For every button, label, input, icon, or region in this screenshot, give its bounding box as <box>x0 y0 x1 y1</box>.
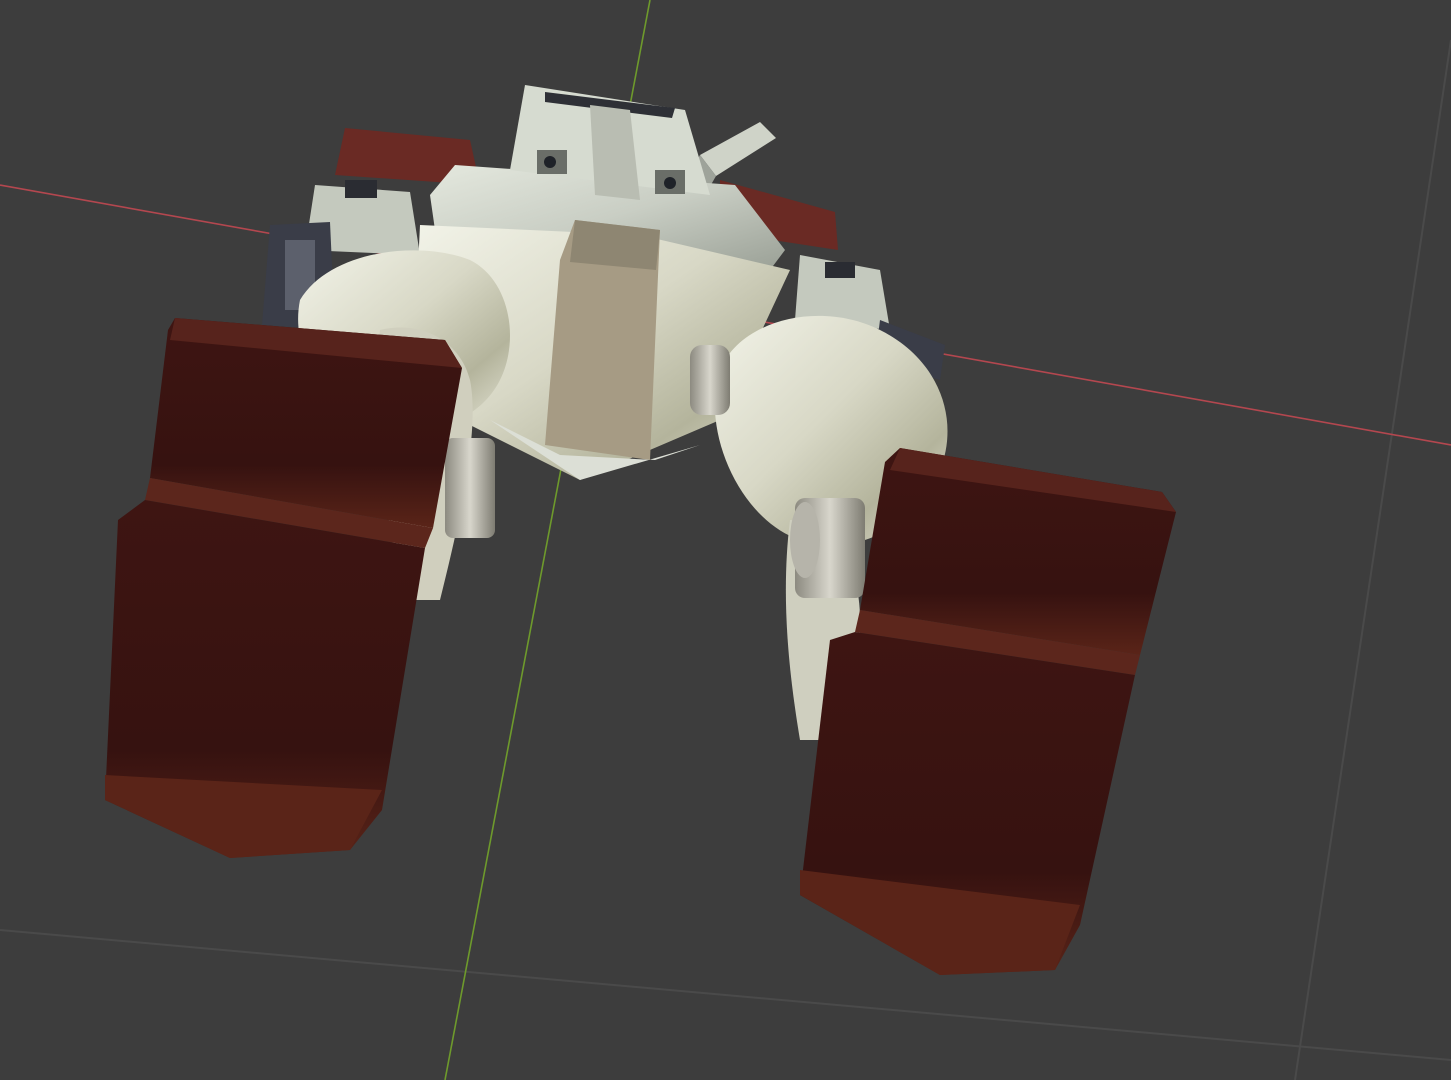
left-foot-armor <box>105 318 462 858</box>
3d-viewport[interactable] <box>0 0 1451 1080</box>
viewport-canvas[interactable] <box>0 0 1451 1080</box>
robot-model[interactable] <box>105 85 1176 975</box>
